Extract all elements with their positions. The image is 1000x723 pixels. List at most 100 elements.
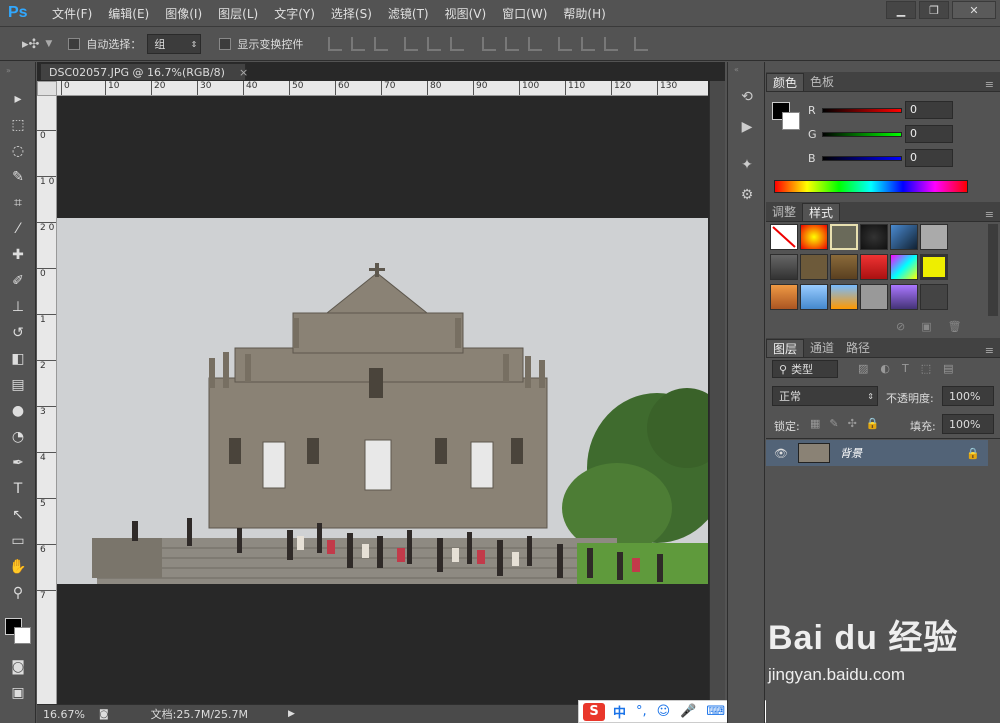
crop-tool-icon[interactable]: ⌗ (0, 190, 36, 216)
emoji-icon[interactable]: ☺ (657, 704, 671, 719)
layer-name[interactable]: 背景 (840, 445, 862, 461)
history-panel-icon[interactable]: ⟲ (728, 82, 766, 112)
align-hcenter-icon[interactable] (427, 37, 442, 51)
image-filter-icon[interactable]: ▨ (858, 362, 868, 375)
tab-swatches[interactable]: 色板 (804, 73, 840, 91)
menu-select[interactable]: 选择(S) (331, 5, 372, 22)
minimize-button[interactable]: ▁ (886, 1, 916, 19)
history-brush-tool-icon[interactable]: ↺ (0, 320, 36, 346)
style-swatch[interactable] (920, 224, 948, 250)
tab-layers[interactable]: 图层 (766, 339, 805, 357)
tool-presets-icon[interactable]: ⚙ (728, 180, 766, 210)
red-slider[interactable]: R 0 (808, 98, 998, 122)
green-track[interactable] (822, 131, 902, 137)
collapse-icon[interactable]: » (0, 62, 35, 86)
show-transform-checkbox[interactable] (219, 38, 232, 50)
menu-edit[interactable]: 编辑(E) (108, 5, 149, 22)
distribute-right-icon[interactable] (604, 37, 619, 51)
background-color[interactable] (782, 112, 800, 130)
dodge-tool-icon[interactable]: ◔ (0, 424, 36, 450)
punctuation-icon[interactable]: °, (636, 704, 647, 719)
panel-menu-icon[interactable]: ≡ (985, 78, 994, 91)
menu-type[interactable]: 文字(Y) (274, 5, 315, 22)
ruler-vertical[interactable]: 0 1 0 2 0 0 1 2 3 4 5 6 7 (37, 96, 57, 704)
vertical-scrollbar[interactable] (709, 81, 725, 704)
red-value[interactable]: 0 (905, 101, 953, 119)
distribute-left-icon[interactable] (558, 37, 573, 51)
close-button[interactable]: ✕ (952, 1, 996, 19)
type-tool-icon[interactable]: T (0, 476, 36, 502)
trash-icon[interactable]: 🗑 (948, 320, 962, 333)
brush-tool-icon[interactable]: ✐ (0, 268, 36, 294)
green-value[interactable]: 0 (905, 125, 953, 143)
restore-button[interactable]: ❐ (919, 1, 949, 19)
quick-mask-icon[interactable]: ◙ (0, 654, 36, 680)
rectangle-tool-icon[interactable]: ▭ (0, 528, 36, 554)
adjustment-filter-icon[interactable]: ◐ (880, 362, 890, 375)
ruler-horizontal[interactable]: 0 10 20 30 40 50 60 70 80 90 100 110 120… (57, 81, 708, 96)
background-color[interactable] (14, 627, 31, 644)
menu-filter[interactable]: 滤镜(T) (388, 5, 429, 22)
ruler-origin[interactable] (37, 81, 57, 96)
style-swatch[interactable] (890, 284, 918, 310)
style-swatch[interactable] (830, 254, 858, 280)
style-swatch[interactable] (830, 224, 858, 250)
auto-select-dropdown[interactable]: 组 ⇕ (147, 34, 202, 54)
lock-image-icon[interactable]: ✎ (829, 417, 838, 430)
eraser-tool-icon[interactable]: ◧ (0, 346, 36, 372)
sogou-logo-icon[interactable]: S (583, 702, 605, 721)
auto-select-checkbox[interactable] (68, 38, 81, 50)
lock-position-icon[interactable]: ✣ (848, 417, 857, 430)
path-select-tool-icon[interactable]: ↖ (0, 502, 36, 528)
chevron-right-icon[interactable]: ▶ (288, 709, 295, 719)
blue-track[interactable] (822, 155, 902, 161)
move-tool-icon[interactable]: ▸ (0, 86, 36, 112)
style-swatch[interactable] (830, 284, 858, 310)
style-swatch[interactable] (920, 284, 948, 310)
gradient-tool-icon[interactable]: ▤ (0, 372, 36, 398)
auto-align-icon[interactable] (634, 37, 649, 51)
align-bottom-icon[interactable] (374, 37, 389, 51)
tab-color[interactable]: 颜色 (766, 73, 805, 91)
smart-object-filter-icon[interactable]: ▤ (943, 362, 953, 375)
menu-image[interactable]: 图像(I) (165, 5, 202, 22)
style-swatch[interactable] (800, 254, 828, 280)
menu-view[interactable]: 视图(V) (445, 5, 487, 22)
lasso-tool-icon[interactable]: ◌ (0, 138, 36, 164)
actions-panel-icon[interactable]: ▶ (728, 112, 766, 142)
style-swatch[interactable] (800, 224, 828, 250)
fill-input[interactable]: 100% (942, 414, 994, 434)
panel-menu-icon[interactable]: ≡ (985, 208, 994, 221)
styles-scrollbar[interactable] (988, 224, 998, 316)
lock-transparent-icon[interactable]: ▦ (810, 417, 820, 430)
document-tab[interactable]: DSC02057.JPG @ 16.7%(RGB/8) × (40, 63, 248, 81)
distribute-top-icon[interactable] (482, 37, 497, 51)
healing-brush-tool-icon[interactable]: ✚ (0, 242, 36, 268)
align-left-icon[interactable] (404, 37, 419, 51)
tab-paths[interactable]: 路径 (840, 339, 876, 357)
layer-filter-dropdown[interactable]: ⚲ 类型 (772, 360, 838, 378)
style-swatch[interactable] (860, 284, 888, 310)
collapse-icon[interactable]: « (728, 62, 764, 82)
blue-slider[interactable]: B 0 (808, 146, 998, 170)
eye-icon[interactable]: 👁 (774, 447, 788, 460)
distribute-hcenter-icon[interactable] (581, 37, 596, 51)
tab-styles[interactable]: 样式 (802, 203, 841, 221)
color-spectrum[interactable] (774, 180, 968, 193)
menu-window[interactable]: 窗口(W) (502, 5, 547, 22)
menu-help[interactable]: 帮助(H) (563, 5, 605, 22)
blue-value[interactable]: 0 (905, 149, 953, 167)
style-swatch[interactable] (860, 224, 888, 250)
tab-adjustments[interactable]: 调整 (766, 203, 802, 221)
style-swatch[interactable] (800, 284, 828, 310)
panel-menu-icon[interactable]: ≡ (985, 344, 994, 357)
status-icon[interactable]: ◙ (99, 709, 109, 720)
lock-all-icon[interactable]: 🔒 (866, 417, 880, 430)
ime-mode[interactable]: 中 (613, 702, 626, 721)
style-swatch[interactable] (890, 224, 918, 250)
zoom-tool-icon[interactable]: ⚲ (0, 580, 36, 606)
style-swatch-none[interactable] (770, 224, 798, 250)
style-swatch[interactable] (860, 254, 888, 280)
hand-tool-icon[interactable]: ✋ (0, 554, 36, 580)
blend-mode-dropdown[interactable]: 正常 ⇕ (772, 386, 878, 406)
